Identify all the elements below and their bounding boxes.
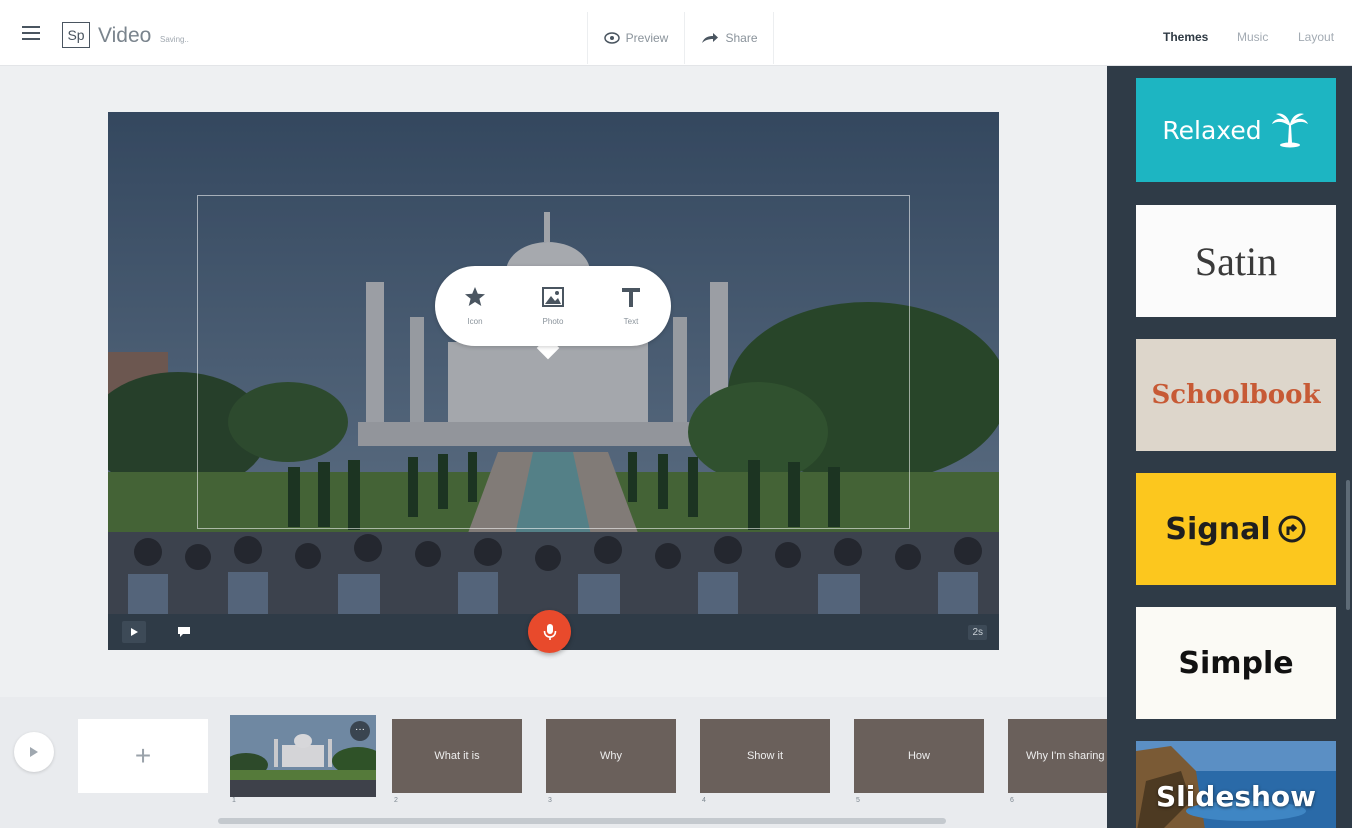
slide-thumbnail-3[interactable]: Why: [546, 719, 676, 793]
caption-button[interactable]: [172, 621, 196, 643]
theme-schoolbook[interactable]: Schoolbook: [1136, 339, 1336, 451]
slide-number: 6: [1010, 797, 1014, 804]
play-icon: [131, 628, 138, 636]
theme-name: Schoolbook: [1151, 380, 1321, 410]
slide-number: 3: [548, 797, 552, 804]
text-icon: [622, 288, 640, 307]
theme-satin[interactable]: Satin: [1136, 205, 1336, 317]
star-icon: [465, 287, 485, 306]
hamburger-menu-icon[interactable]: [22, 26, 40, 40]
theme-name: Relaxed: [1162, 115, 1262, 145]
preview-label: Preview: [625, 31, 669, 45]
slide-number: 2: [394, 797, 398, 804]
slide-thumbnail-5[interactable]: How: [854, 719, 984, 793]
palm-tree-icon: [1271, 113, 1308, 148]
slide-title: What it is: [434, 750, 480, 762]
slide-duration[interactable]: 2s: [968, 625, 987, 640]
slide-thumbnail-6[interactable]: Why I'm sharing: [1008, 719, 1107, 793]
app-logo: Sp: [62, 22, 90, 48]
tab-music[interactable]: Music: [1237, 30, 1268, 44]
slide-title: Why: [600, 750, 622, 762]
add-content-popup: Icon Photo Text: [435, 266, 671, 346]
top-bar: Sp Video Saving.. Preview Share Themes M…: [0, 0, 1352, 66]
stage-play-button[interactable]: [122, 621, 146, 643]
slide-more-options-button[interactable]: ···: [350, 721, 370, 741]
theme-panel: Relaxed Satin Schoolbook Signal Simple S…: [1107, 66, 1352, 828]
slide-title: Show it: [746, 750, 784, 762]
theme-panel-scrollbar[interactable]: [1346, 480, 1350, 610]
slide-title: Why I'm sharing: [1026, 750, 1105, 762]
share-button[interactable]: Share: [686, 12, 774, 64]
share-arrow-icon: [702, 33, 719, 43]
theme-simple[interactable]: Simple: [1136, 607, 1336, 719]
share-label: Share: [725, 31, 758, 45]
theme-name: Signal: [1165, 511, 1271, 547]
save-status: Saving..: [160, 35, 189, 44]
tab-themes[interactable]: Themes: [1163, 30, 1208, 44]
caption-icon: [178, 627, 190, 637]
app-title: Video: [98, 24, 152, 47]
arrow-circle-icon: [1278, 515, 1306, 543]
slide-thumbnail-2[interactable]: What it is: [392, 719, 522, 793]
theme-name: Slideshow: [1155, 780, 1317, 813]
text-safe-area: [197, 195, 910, 529]
microphone-icon: [543, 623, 556, 640]
add-icon-option[interactable]: Icon: [445, 286, 505, 326]
tab-layout[interactable]: Layout: [1298, 30, 1334, 44]
slide-thumbnail-4[interactable]: Show it: [700, 719, 830, 793]
slide-number: 5: [856, 797, 860, 804]
plus-icon: +: [134, 740, 152, 771]
record-voice-button[interactable]: [528, 610, 571, 653]
slide-timeline: + ··· What it is Why Show it How Why I'm…: [0, 697, 1107, 828]
photo-option-label: Photo: [542, 317, 564, 326]
theme-name: Simple: [1178, 645, 1294, 681]
theme-signal[interactable]: Signal: [1136, 473, 1336, 585]
play-icon: [30, 747, 38, 757]
add-slide-button[interactable]: +: [78, 719, 208, 793]
slide-thumbnail-1[interactable]: ···: [230, 715, 376, 797]
play-all-button[interactable]: [14, 732, 54, 772]
text-option-label: Text: [623, 317, 639, 326]
eye-icon: [603, 32, 620, 44]
timeline-scrollbar[interactable]: [218, 818, 946, 824]
video-stage[interactable]: 2s: [108, 112, 999, 650]
theme-relaxed[interactable]: Relaxed: [1136, 78, 1336, 182]
photo-icon: [542, 287, 564, 307]
slide-title: How: [907, 750, 930, 762]
slide-number: 4: [702, 797, 706, 804]
add-text-option[interactable]: Text: [601, 286, 661, 326]
slide-number: 1: [232, 797, 236, 804]
preview-button[interactable]: Preview: [587, 12, 685, 64]
icon-option-label: Icon: [467, 317, 483, 326]
theme-slideshow[interactable]: Slideshow: [1136, 741, 1336, 828]
add-photo-option[interactable]: Photo: [523, 286, 583, 326]
theme-name: Satin: [1194, 238, 1278, 284]
